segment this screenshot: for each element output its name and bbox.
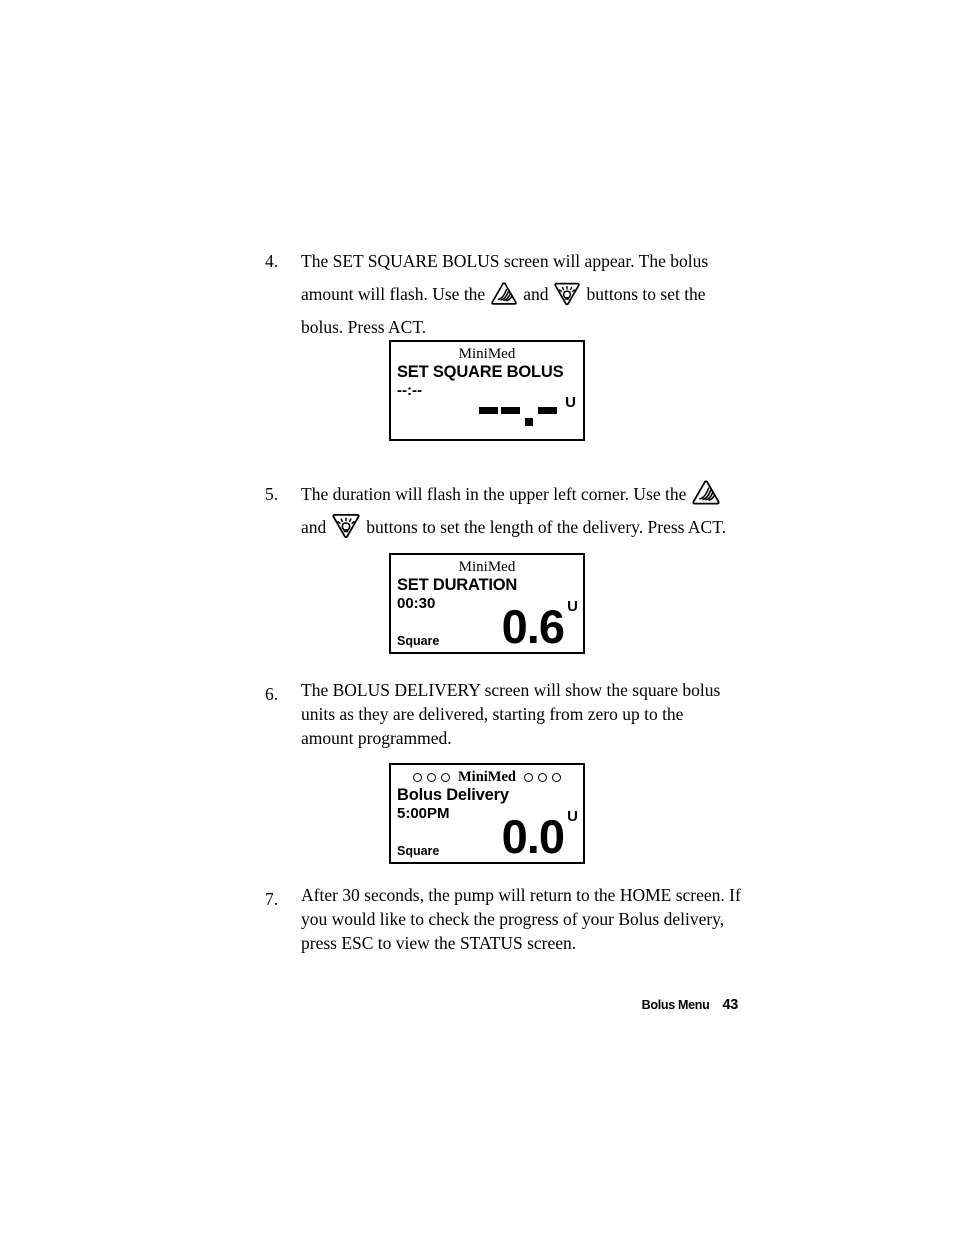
page-footer: Bolus Menu 43 [641, 997, 739, 1013]
value-dash-2 [501, 407, 520, 414]
step-5-text-part-1: The duration will flash in the upper lef… [301, 484, 687, 504]
step-4: 4. The SET SQUARE BOLUS screen will appe… [265, 245, 745, 344]
pump-bolus-mode-label: Square [397, 844, 440, 858]
pump-bolus-amount: 0.0 [501, 810, 565, 863]
status-indicator-circle [552, 772, 561, 782]
step-5-text-part-2: buttons to set the length of the deliver… [366, 517, 726, 537]
pump-brand-label: MiniMed [458, 559, 516, 575]
value-decimal-point [525, 418, 533, 426]
step-5: 5. The duration will flash in the upper … [265, 478, 745, 544]
pump-brand-label: MiniMed [458, 769, 516, 785]
pump-unit-label: U [565, 394, 576, 411]
pump-screen-title: SET DURATION [397, 576, 518, 594]
down-arrow-button-icon [331, 512, 361, 540]
status-indicator-circle [427, 772, 436, 782]
step-6: 6. The BOLUS DELIVERY screen will show t… [265, 678, 735, 750]
value-dash-3 [538, 407, 557, 414]
step-5-number: 5. [265, 484, 279, 504]
footer-section-label: Bolus Menu [641, 998, 710, 1012]
step-7-number: 7. [265, 889, 279, 909]
value-dash-1 [479, 407, 498, 414]
pump-unit-label: U [567, 808, 578, 825]
step-6-body: The BOLUS DELIVERY screen will show the … [301, 680, 721, 748]
status-indicator-circle [413, 772, 422, 782]
pump-screen-title: SET SQUARE BOLUS [397, 363, 564, 381]
up-arrow-button-icon [691, 479, 721, 507]
status-indicator-circle [441, 772, 450, 782]
pump-screen-set-duration: MiniMed SET DURATION 00:30 Square 0.6 U [389, 553, 585, 654]
down-arrow-button-icon [553, 281, 581, 307]
footer-page-number: 43 [722, 997, 738, 1013]
pump-blank-value-readout [479, 399, 557, 426]
pump-duration-value: 00:30 [397, 595, 436, 612]
step-5-body: The duration will flash in the upper lef… [301, 478, 745, 544]
step-6-number: 6. [265, 684, 279, 704]
step-7-body: After 30 seconds, the pump will return t… [301, 885, 741, 953]
pump-screen-bolus-delivery: MiniMed Bolus Delivery 5:00PM Square 0.0… [389, 763, 585, 864]
step-4-conjunction: and [523, 284, 549, 304]
pump-screen-set-square-bolus: MiniMed SET SQUARE BOLUS --:-- U [389, 340, 585, 441]
pump-unit-label: U [567, 598, 578, 615]
up-arrow-button-icon [490, 281, 518, 307]
status-indicator-circle [538, 772, 547, 782]
status-indicator-circle [524, 772, 533, 782]
manual-page: 4. The SET SQUARE BOLUS screen will appe… [0, 0, 954, 1235]
pump-screen-time-placeholder: --:-- [397, 382, 422, 399]
step-4-number: 4. [265, 251, 279, 271]
pump-status-indicator-row: MiniMed [391, 769, 583, 785]
step-5-conjunction: and [301, 517, 327, 537]
step-4-body: The SET SQUARE BOLUS screen will appear.… [301, 245, 745, 344]
pump-bolus-amount: 0.6 [501, 600, 565, 653]
pump-screen-title: Bolus Delivery [397, 786, 509, 804]
pump-brand-label: MiniMed [458, 346, 516, 362]
pump-bolus-mode-label: Square [397, 634, 440, 648]
pump-delivery-time: 5:00PM [397, 805, 450, 822]
step-7: 7. After 30 seconds, the pump will retur… [265, 883, 745, 955]
